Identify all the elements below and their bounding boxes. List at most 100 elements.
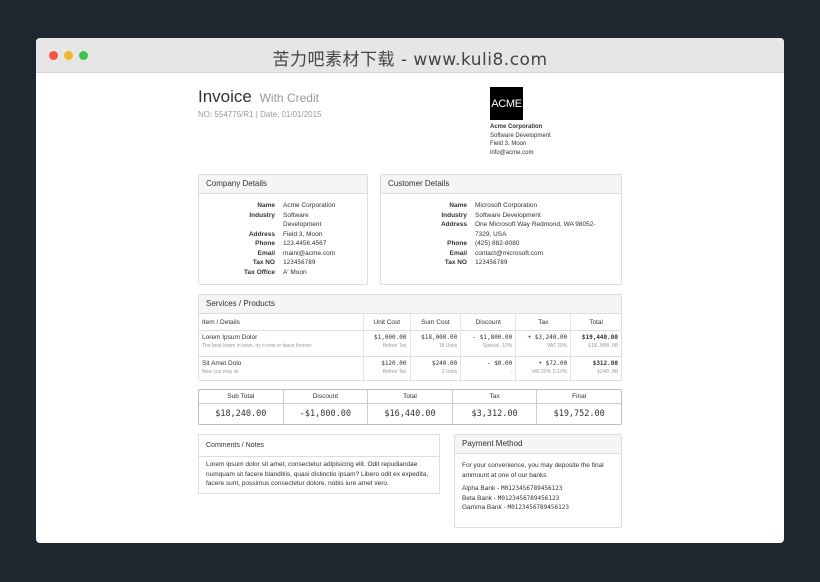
total: $312.00: [592, 360, 618, 367]
sum-cost-cell: $18,000.00 18 Units: [410, 330, 462, 357]
detail-row: Address One Microsoft Way Redmond, WA 980…: [381, 220, 621, 230]
bank-account: M0123456789456123: [501, 485, 563, 492]
summary-label: Total: [368, 390, 452, 404]
detail-key: Tax NO: [444, 259, 467, 266]
item-cell: Lorem Ipsum Dolor The best lorem in town,…: [199, 330, 364, 357]
detail-row: 7329, USA: [381, 230, 621, 240]
unit-cost: $1,000.00: [373, 334, 407, 341]
detail-value: 123.4456.4567: [283, 240, 327, 247]
bank-account: M0123456789456123: [507, 504, 569, 511]
tax-cell: + $3,240.00 VAT 20%: [515, 330, 572, 357]
total-cell: $312.00 $240.00: [571, 357, 621, 383]
sum-cost-note: 2 Units: [441, 369, 458, 375]
discount-cell: - $0.00 -: [460, 356, 517, 382]
invoice-number-date: NO: 554775/R1 | Date: 01/01/2015: [198, 110, 322, 119]
company-line: info@acme.com: [490, 149, 534, 156]
item-name: Lorem Ipsum Dolor: [202, 334, 258, 341]
discount-note: Special -10%: [482, 343, 513, 349]
total-note: $18,000.00: [587, 343, 618, 349]
detail-value: One Microsoft Way Redmond, WA 98052-: [475, 221, 596, 228]
detail-key: Tax NO: [252, 259, 275, 266]
company-details-list: Name Acme Corporation Industry Software De…: [199, 194, 367, 277]
detail-key: Name: [257, 202, 275, 209]
detail-row: Tax NO 123456789: [199, 258, 367, 268]
detail-row: Tax Office A' Moon: [199, 268, 367, 278]
comments-text: Lorem ipsum dolor sit amet, consectetur …: [206, 461, 429, 487]
panel-heading: Services / Products: [199, 295, 621, 314]
bank-name: Gamma Bank: [462, 504, 502, 511]
unit-cost: $120.00: [381, 360, 407, 367]
detail-key: Phone: [255, 240, 275, 247]
detail-row: Email contact@microsoft.com: [381, 249, 621, 259]
detail-row: Email mainl@acme.com: [199, 249, 367, 259]
total-note: $240.00: [596, 369, 618, 375]
services-panel: Services / Products Item / Details Unit …: [198, 294, 622, 383]
discount-cell: - $1,800.00 Special -10%: [460, 330, 517, 357]
summary-value: $19,752.00: [553, 409, 605, 419]
detail-value: Acme Corporation: [283, 202, 336, 209]
unit-cost-cell: $120.00 Before Tax: [363, 356, 411, 382]
unit-cost-note: Before Tax: [382, 369, 407, 375]
table-header-row: Item / Details Unit Cost Sum Cost Discou…: [199, 314, 621, 331]
summary-label: Sub Total: [199, 390, 283, 404]
detail-row: Phone (425) 882-8080: [381, 239, 621, 249]
summary-subtotal: Sub Total $18,240.00: [199, 390, 284, 424]
item-name: Sit Amet Dolo: [202, 360, 242, 367]
sum-cost: $240.00: [431, 360, 458, 367]
detail-row: Name Acme Corporation: [199, 201, 367, 211]
detail-value: contact@microsoft.com: [475, 249, 544, 257]
payment-method-panel: Payment Method For your convenience, you…: [454, 434, 622, 528]
summary-label: Final: [537, 390, 621, 404]
summary-value: $3,312.00: [471, 409, 518, 419]
detail-key: Tax Office: [244, 268, 275, 276]
column-header: Total: [570, 314, 621, 331]
company-logo: ACME: [490, 87, 523, 120]
detail-value: Software: [283, 211, 309, 219]
item-desc: Now you may sit: [202, 369, 239, 375]
discount-note: -: [510, 369, 513, 375]
invoice-subtitle: With Credit: [259, 91, 319, 105]
detail-value: Software Development: [475, 211, 541, 219]
detail-value: A' Moon: [283, 268, 307, 276]
unit-cost-note: Before Tax: [382, 343, 407, 349]
summary-total: Total $16,440.00: [368, 390, 453, 424]
column-header: Tax: [515, 314, 572, 331]
table-row: Sit Amet Dolo Now you may sit $120.00 Befo…: [199, 356, 621, 383]
customer-details-panel: Customer Details Name Microsoft Corporati…: [380, 174, 622, 285]
detail-key: Address: [248, 230, 275, 238]
bank-list: Alpha Bank - M0123456789456123 Beta Bank…: [455, 480, 621, 513]
detail-value: 123456789: [475, 259, 508, 266]
summary-discount: Discount -$1,800.00: [283, 390, 369, 424]
detail-row: Development: [199, 220, 367, 230]
tax-note: VAT:20% S:10%: [531, 369, 568, 375]
detail-value: Development: [283, 221, 322, 228]
item-desc: The best lorem in town, try it now or le…: [202, 343, 312, 349]
bank-item: Alpha Bank - M0123456789456123: [462, 485, 563, 492]
summary-final: Final $19,752.00: [537, 390, 621, 424]
detail-value: Microsoft Corporation: [475, 202, 538, 209]
detail-key: Email: [449, 249, 467, 257]
company-line: Field 3, Moon: [490, 141, 527, 147]
detail-key: Phone: [447, 240, 467, 247]
totals-summary: Sub Total $18,240.00 Discount -$1,800.00 T…: [198, 389, 622, 425]
invoice-title: Invoice With Credit: [198, 87, 319, 107]
summary-label: Discount: [283, 390, 368, 404]
detail-value: mainl@acme.com: [283, 249, 336, 257]
company-details-panel: Company Details Name Acme Corporation Ind…: [198, 174, 368, 285]
tax: + $72.00: [538, 360, 568, 367]
total-cell: $19,440.00 $18,000.00: [570, 330, 621, 357]
tax: + $3,240.00: [527, 334, 568, 341]
company-name: Acme Corporation: [490, 124, 543, 130]
company-line: Software Development: [490, 132, 551, 139]
detail-row: Tax NO 123456789: [381, 258, 621, 268]
table-row: Lorem Ipsum Dolor The best lorem in town,…: [199, 330, 621, 357]
detail-key: Industry: [249, 211, 275, 219]
bank-name: Alpha Bank: [462, 485, 496, 492]
browser-window: 苦力吧素材下载 - www.kuli8.com Invoice With Cre…: [36, 38, 784, 543]
sum-cost-cell: $240.00 2 Units: [410, 356, 462, 382]
item-cell: Sit Amet Dolo Now you may sit: [199, 356, 364, 382]
column-header: Item / Details: [199, 314, 364, 331]
detail-key: Industry: [441, 211, 467, 219]
detail-row: Industry Software Development: [381, 211, 621, 221]
summary-value: $16,440.00: [384, 409, 436, 419]
